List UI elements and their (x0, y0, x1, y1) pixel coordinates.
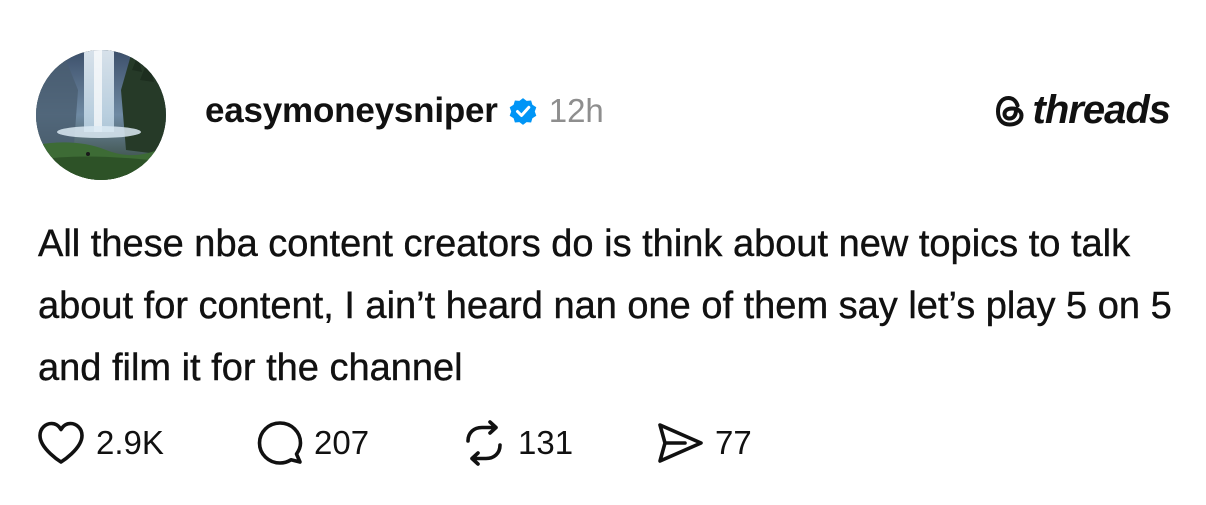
threads-wordmark: threads (1032, 88, 1171, 132)
share-icon (658, 423, 703, 463)
like-button[interactable]: 2.9K (36, 420, 256, 466)
repost-icon (466, 420, 502, 466)
share-count: 77 (715, 424, 752, 461)
username[interactable]: easymoneysniper (205, 91, 498, 131)
avatar[interactable] (36, 50, 166, 180)
verified-icon (507, 95, 539, 127)
comment-icon (257, 421, 303, 465)
post-actions: 2.9K 207 131 77 (36, 418, 752, 468)
repost-button[interactable]: 131 (460, 419, 655, 467)
share-button[interactable]: 77 (655, 421, 752, 465)
threads-brand: threads (993, 88, 1171, 133)
repost-count: 131 (518, 424, 574, 461)
post-header: easymoneysniper 12h (205, 86, 604, 136)
threads-logo-icon (993, 92, 1027, 130)
heart-icon (38, 421, 84, 464)
like-count: 2.9K (96, 424, 164, 461)
reply-count: 207 (314, 424, 370, 461)
post-timestamp: 12h (548, 92, 604, 129)
post-body: All these nba content creators do is thi… (38, 223, 1172, 389)
reply-button[interactable]: 207 (256, 419, 460, 467)
